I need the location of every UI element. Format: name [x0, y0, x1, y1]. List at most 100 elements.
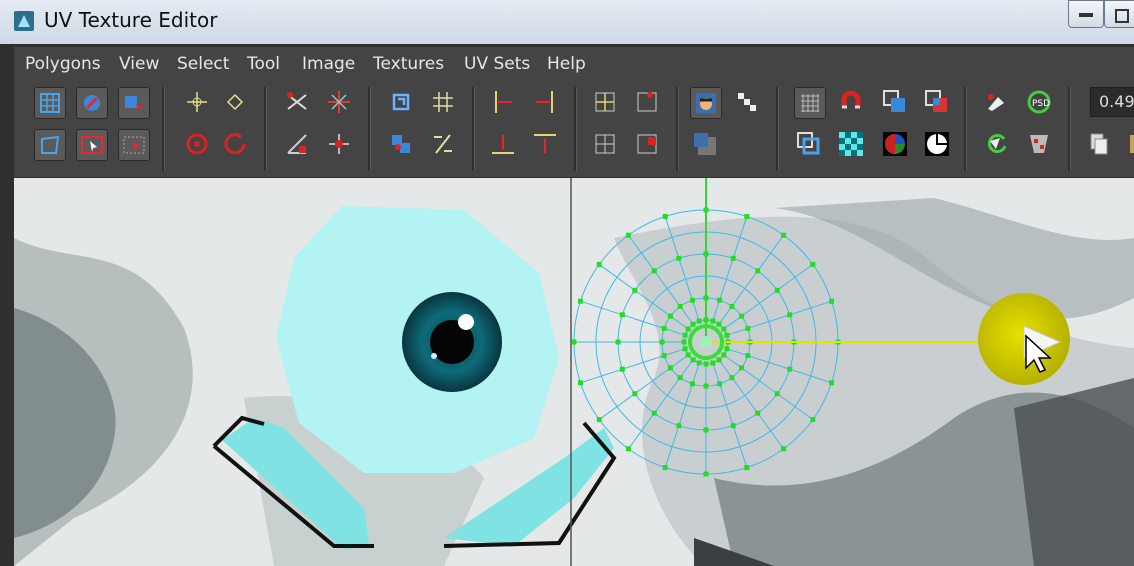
distortion-button[interactable]: [794, 129, 824, 159]
uv-vertex[interactable]: [781, 446, 787, 452]
update-psd-button[interactable]: [982, 129, 1012, 159]
uv-vertex[interactable]: [703, 361, 709, 367]
uv-vertex[interactable]: [632, 287, 638, 293]
uv-vertex[interactable]: [682, 346, 688, 352]
uv-vertex[interactable]: [685, 326, 691, 332]
shaded-uv-button[interactable]: [880, 87, 910, 117]
uv-vertex[interactable]: [676, 423, 682, 429]
checker-toggle-button[interactable]: [732, 87, 762, 117]
smudge-uv-button[interactable]: [118, 87, 150, 119]
uv-vertex[interactable]: [774, 391, 780, 397]
uv-vertex[interactable]: [625, 446, 631, 452]
uv-canvas[interactable]: [14, 178, 1134, 566]
uv-vertex[interactable]: [615, 339, 621, 345]
uv-vertex[interactable]: [739, 365, 745, 371]
uv-vertex[interactable]: [571, 339, 577, 345]
psd-button[interactable]: PSD: [1024, 87, 1054, 117]
uv-vertex[interactable]: [619, 366, 625, 372]
uv-vertex[interactable]: [744, 213, 750, 219]
uv-vertex[interactable]: [703, 383, 709, 389]
uv-vertex[interactable]: [739, 313, 745, 319]
uv-vertex[interactable]: [710, 360, 716, 366]
flip-v-button[interactable]: [220, 87, 250, 117]
uv-vertex[interactable]: [745, 325, 751, 331]
uv-vertex[interactable]: [724, 332, 730, 338]
uv-vertex[interactable]: [661, 353, 667, 359]
uv-vertex[interactable]: [717, 297, 723, 303]
texel-button[interactable]: [1024, 129, 1054, 159]
uv-vertex[interactable]: [661, 325, 667, 331]
uv-vertex[interactable]: [662, 213, 668, 219]
uv-vertex[interactable]: [677, 375, 683, 381]
select-region-button[interactable]: [118, 129, 150, 161]
uv-vertex[interactable]: [676, 255, 682, 261]
uv-vertex[interactable]: [781, 232, 787, 238]
rotate-ccw-button[interactable]: [182, 129, 212, 159]
menu-view[interactable]: View: [119, 54, 159, 74]
uv-vertex[interactable]: [625, 232, 631, 238]
uv-vertex[interactable]: [774, 287, 780, 293]
move-sew-button[interactable]: [324, 129, 354, 159]
display-image-button[interactable]: [690, 87, 722, 119]
uv-vertex[interactable]: [810, 417, 816, 423]
copy-button[interactable]: [1084, 129, 1114, 159]
split-uv-button[interactable]: [324, 87, 354, 117]
normalize-button[interactable]: [428, 87, 458, 117]
uv-vertex[interactable]: [829, 298, 835, 304]
menu-uv-sets[interactable]: UV Sets: [464, 54, 530, 74]
dim-image-button[interactable]: [690, 129, 720, 159]
uv-vertex[interactable]: [667, 365, 673, 371]
minimize-button[interactable]: [1068, 0, 1104, 28]
uv-vertex[interactable]: [685, 352, 691, 358]
menu-help[interactable]: Help: [547, 54, 586, 74]
uv-vertex[interactable]: [632, 391, 638, 397]
uv-vertex[interactable]: [829, 380, 835, 386]
uv-vertex[interactable]: [717, 381, 723, 387]
uv-vertex[interactable]: [596, 417, 602, 423]
uv-vertex[interactable]: [690, 321, 696, 327]
maximize-button[interactable]: [1104, 0, 1134, 28]
uv-vertex[interactable]: [677, 303, 683, 309]
unitize-button[interactable]: [386, 129, 416, 159]
menu-textures[interactable]: Textures: [373, 54, 444, 74]
uv-vertex[interactable]: [689, 381, 695, 387]
uv-viewport[interactable]: [14, 178, 1134, 566]
uv-vertex[interactable]: [696, 318, 702, 324]
rgb-channel-button[interactable]: [880, 129, 910, 159]
uv-vertex[interactable]: [716, 357, 722, 363]
uv-vertex[interactable]: [577, 380, 583, 386]
align-top-button[interactable]: [530, 129, 560, 159]
unfold-button[interactable]: [34, 129, 66, 161]
uv-vertex[interactable]: [703, 471, 709, 477]
uv-vertex[interactable]: [689, 297, 695, 303]
texture-borders-button[interactable]: [922, 87, 952, 117]
snap-button[interactable]: [836, 87, 866, 117]
uv-vertex[interactable]: [721, 352, 727, 358]
uv-vertex[interactable]: [659, 339, 665, 345]
uv-vertex[interactable]: [662, 465, 668, 471]
move-uv-button[interactable]: [76, 87, 108, 119]
isolate-add-button[interactable]: [590, 129, 620, 159]
copy-uv-button[interactable]: [982, 87, 1012, 117]
checker-map-button[interactable]: [836, 129, 866, 159]
sew-uv-button[interactable]: [282, 129, 312, 159]
align-left-button[interactable]: [488, 87, 518, 117]
uv-vertex[interactable]: [729, 375, 735, 381]
uv-vertex[interactable]: [729, 303, 735, 309]
rotate-cw-button[interactable]: [220, 129, 250, 159]
uv-vertex[interactable]: [730, 255, 736, 261]
isolate-button[interactable]: [632, 87, 662, 117]
toggle-grid-button[interactable]: [794, 87, 826, 119]
menu-polygons[interactable]: Polygons: [25, 54, 101, 74]
uv-vertex[interactable]: [667, 313, 673, 319]
menu-tool[interactable]: Tool: [247, 54, 280, 74]
menu-select[interactable]: Select: [177, 54, 229, 74]
uv-vertex[interactable]: [755, 410, 761, 416]
uv-vertex[interactable]: [744, 465, 750, 471]
uv-vertex[interactable]: [787, 312, 793, 318]
uv-vertex[interactable]: [755, 268, 761, 274]
uv-vertex[interactable]: [651, 410, 657, 416]
uv-vertex[interactable]: [724, 346, 730, 352]
cut-uv-button[interactable]: [282, 87, 312, 117]
uv-vertex[interactable]: [651, 268, 657, 274]
